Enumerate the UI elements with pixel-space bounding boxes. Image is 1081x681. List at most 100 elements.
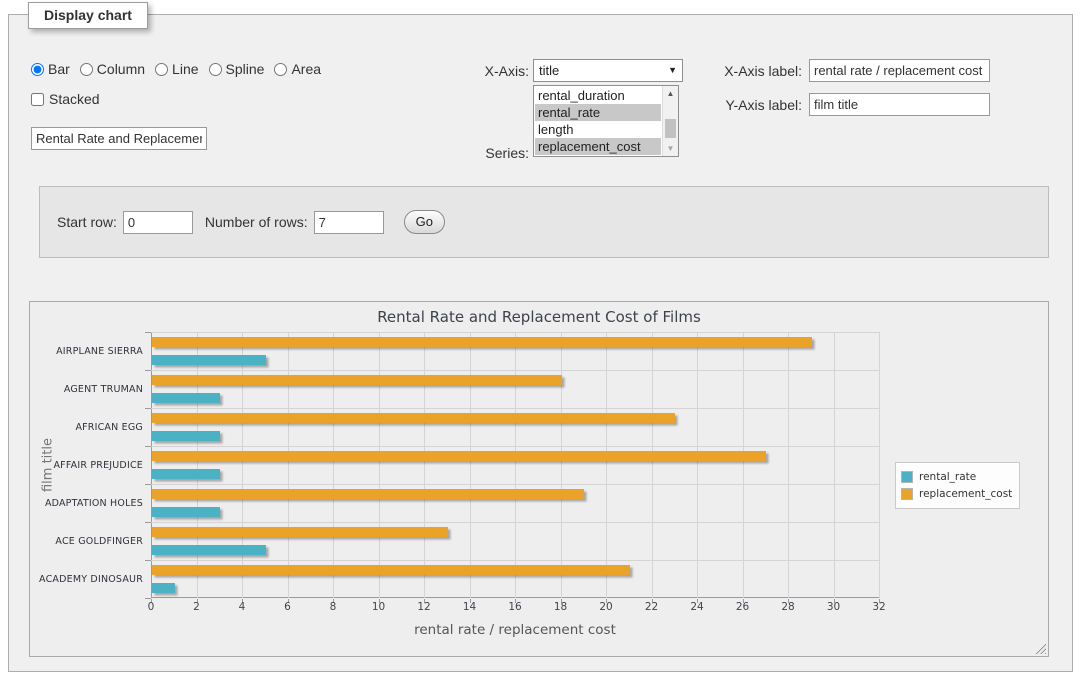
go-button[interactable]: Go [404, 210, 445, 234]
series-option-rental_duration[interactable]: rental_duration [535, 87, 661, 104]
bar-replacement_cost [152, 489, 584, 499]
x-tick-label: 10 [364, 601, 394, 613]
gridline [879, 332, 880, 598]
series-listbox-label: Series: [429, 145, 529, 161]
bar-rental_rate [152, 545, 266, 555]
bar-replacement_cost [152, 451, 766, 461]
bar-replacement_cost [152, 413, 675, 423]
bar-rental_rate [152, 355, 266, 365]
bar-replacement_cost [152, 375, 562, 385]
stacked-checkbox[interactable] [31, 93, 44, 106]
number-of-rows-label: Number of rows: [205, 214, 308, 230]
x-tick-label: 4 [227, 601, 257, 613]
gridline [151, 484, 879, 485]
radio-line[interactable] [155, 63, 168, 76]
gridline [424, 332, 425, 598]
x-axis-title: rental rate / replacement cost [151, 622, 879, 638]
category-label: AFRICAN EGG [30, 422, 143, 433]
x-tick-label: 8 [318, 601, 348, 613]
bar-replacement_cost [152, 565, 630, 575]
x-tick-label: 2 [182, 601, 212, 613]
x-axis-selected-value: title [539, 63, 559, 78]
display-chart-panel: Display chart BarColumnLineSplineArea St… [8, 14, 1073, 672]
gridline [288, 332, 289, 598]
legend-item: rental_rate [901, 469, 1012, 485]
bar-replacement_cost [152, 527, 448, 537]
gridline [788, 332, 789, 598]
scroll-down-icon[interactable]: ▼ [663, 141, 678, 156]
chart-type-option-area[interactable]: Area [274, 61, 321, 77]
x-axis-label-input[interactable] [809, 59, 990, 82]
chart-type-option-label: Spline [226, 61, 265, 77]
gridline [834, 332, 835, 598]
gridline [151, 560, 879, 561]
panel-legend: Display chart [28, 2, 148, 29]
start-row-input[interactable] [123, 211, 193, 234]
number-of-rows-input[interactable] [314, 211, 384, 234]
series-option-rental_rate[interactable]: rental_rate [535, 104, 661, 121]
x-axis-select[interactable]: title ▼ [533, 59, 683, 82]
x-axis-select-label: X-Axis: [429, 63, 529, 79]
category-label: AGENT TRUMAN [30, 384, 143, 395]
series-option-replacement_cost[interactable]: replacement_cost [535, 138, 661, 155]
gridline [151, 522, 879, 523]
chart-title-input[interactable] [31, 127, 207, 150]
y-axis-label-label: Y-Axis label: [703, 97, 802, 113]
gridline [379, 332, 380, 598]
chart-type-option-label: Bar [48, 61, 70, 77]
gridline [151, 408, 879, 409]
x-tick-label: 0 [136, 601, 166, 613]
x-tick-label: 22 [637, 601, 667, 613]
legend-swatch [901, 471, 913, 483]
gridline [242, 332, 243, 598]
radio-bar[interactable] [31, 63, 44, 76]
stacked-option[interactable]: Stacked [31, 91, 100, 107]
legend-swatch [901, 488, 913, 500]
series-option-length[interactable]: length [535, 121, 661, 138]
resize-grip-icon[interactable] [1033, 641, 1046, 654]
rows-form-panel: Start row: Number of rows: Go [39, 186, 1049, 258]
y-axis-label-input[interactable] [809, 93, 990, 116]
gridline [515, 332, 516, 598]
radio-spline[interactable] [209, 63, 222, 76]
category-label: ADAPTATION HOLES [30, 498, 143, 509]
category-label: ACE GOLDFINGER [30, 536, 143, 547]
bar-rental_rate [152, 431, 220, 441]
scroll-up-icon[interactable]: ▲ [663, 86, 678, 101]
chart-type-option-label: Line [172, 61, 198, 77]
bar-rental_rate [152, 507, 220, 517]
gridline [470, 332, 471, 598]
radio-column[interactable] [80, 63, 93, 76]
bar-rental_rate [152, 583, 175, 593]
gridline [743, 332, 744, 598]
y-axis-line [151, 332, 152, 598]
bar-replacement_cost [152, 337, 812, 347]
chart-type-option-label: Column [97, 61, 145, 77]
x-tick-label: 18 [546, 601, 576, 613]
radio-area[interactable] [274, 63, 287, 76]
x-tick-label: 14 [455, 601, 485, 613]
x-tick-label: 24 [682, 601, 712, 613]
x-tick-label: 30 [819, 601, 849, 613]
series-options: rental_durationrental_ratelengthreplacem… [535, 87, 661, 155]
chart-type-option-bar[interactable]: Bar [31, 61, 70, 77]
category-label: AFFAIR PREJUDICE [30, 460, 143, 471]
gridline [197, 332, 198, 598]
chart-type-option-column[interactable]: Column [80, 61, 145, 77]
bar-rental_rate [152, 393, 220, 403]
chart-type-option-spline[interactable]: Spline [209, 61, 265, 77]
series-listbox[interactable]: rental_durationrental_ratelengthreplacem… [533, 85, 679, 157]
chevron-down-icon: ▼ [668, 65, 677, 75]
chart-title: Rental Rate and Replacement Cost of Film… [30, 308, 1048, 326]
x-tick-label: 32 [864, 601, 894, 613]
chart-type-option-line[interactable]: Line [155, 61, 198, 77]
x-axis-label-label: X-Axis label: [703, 63, 802, 79]
series-scrollbar[interactable]: ▲ ▼ [662, 86, 678, 156]
legend-label: replacement_cost [919, 488, 1012, 500]
chart-type-option-label: Area [291, 61, 321, 77]
category-label: AIRPLANE SIERRA [30, 346, 143, 357]
gridline [606, 332, 607, 598]
legend-item: replacement_cost [901, 486, 1012, 502]
scrollbar-thumb[interactable] [665, 119, 676, 138]
x-tick-label: 28 [773, 601, 803, 613]
